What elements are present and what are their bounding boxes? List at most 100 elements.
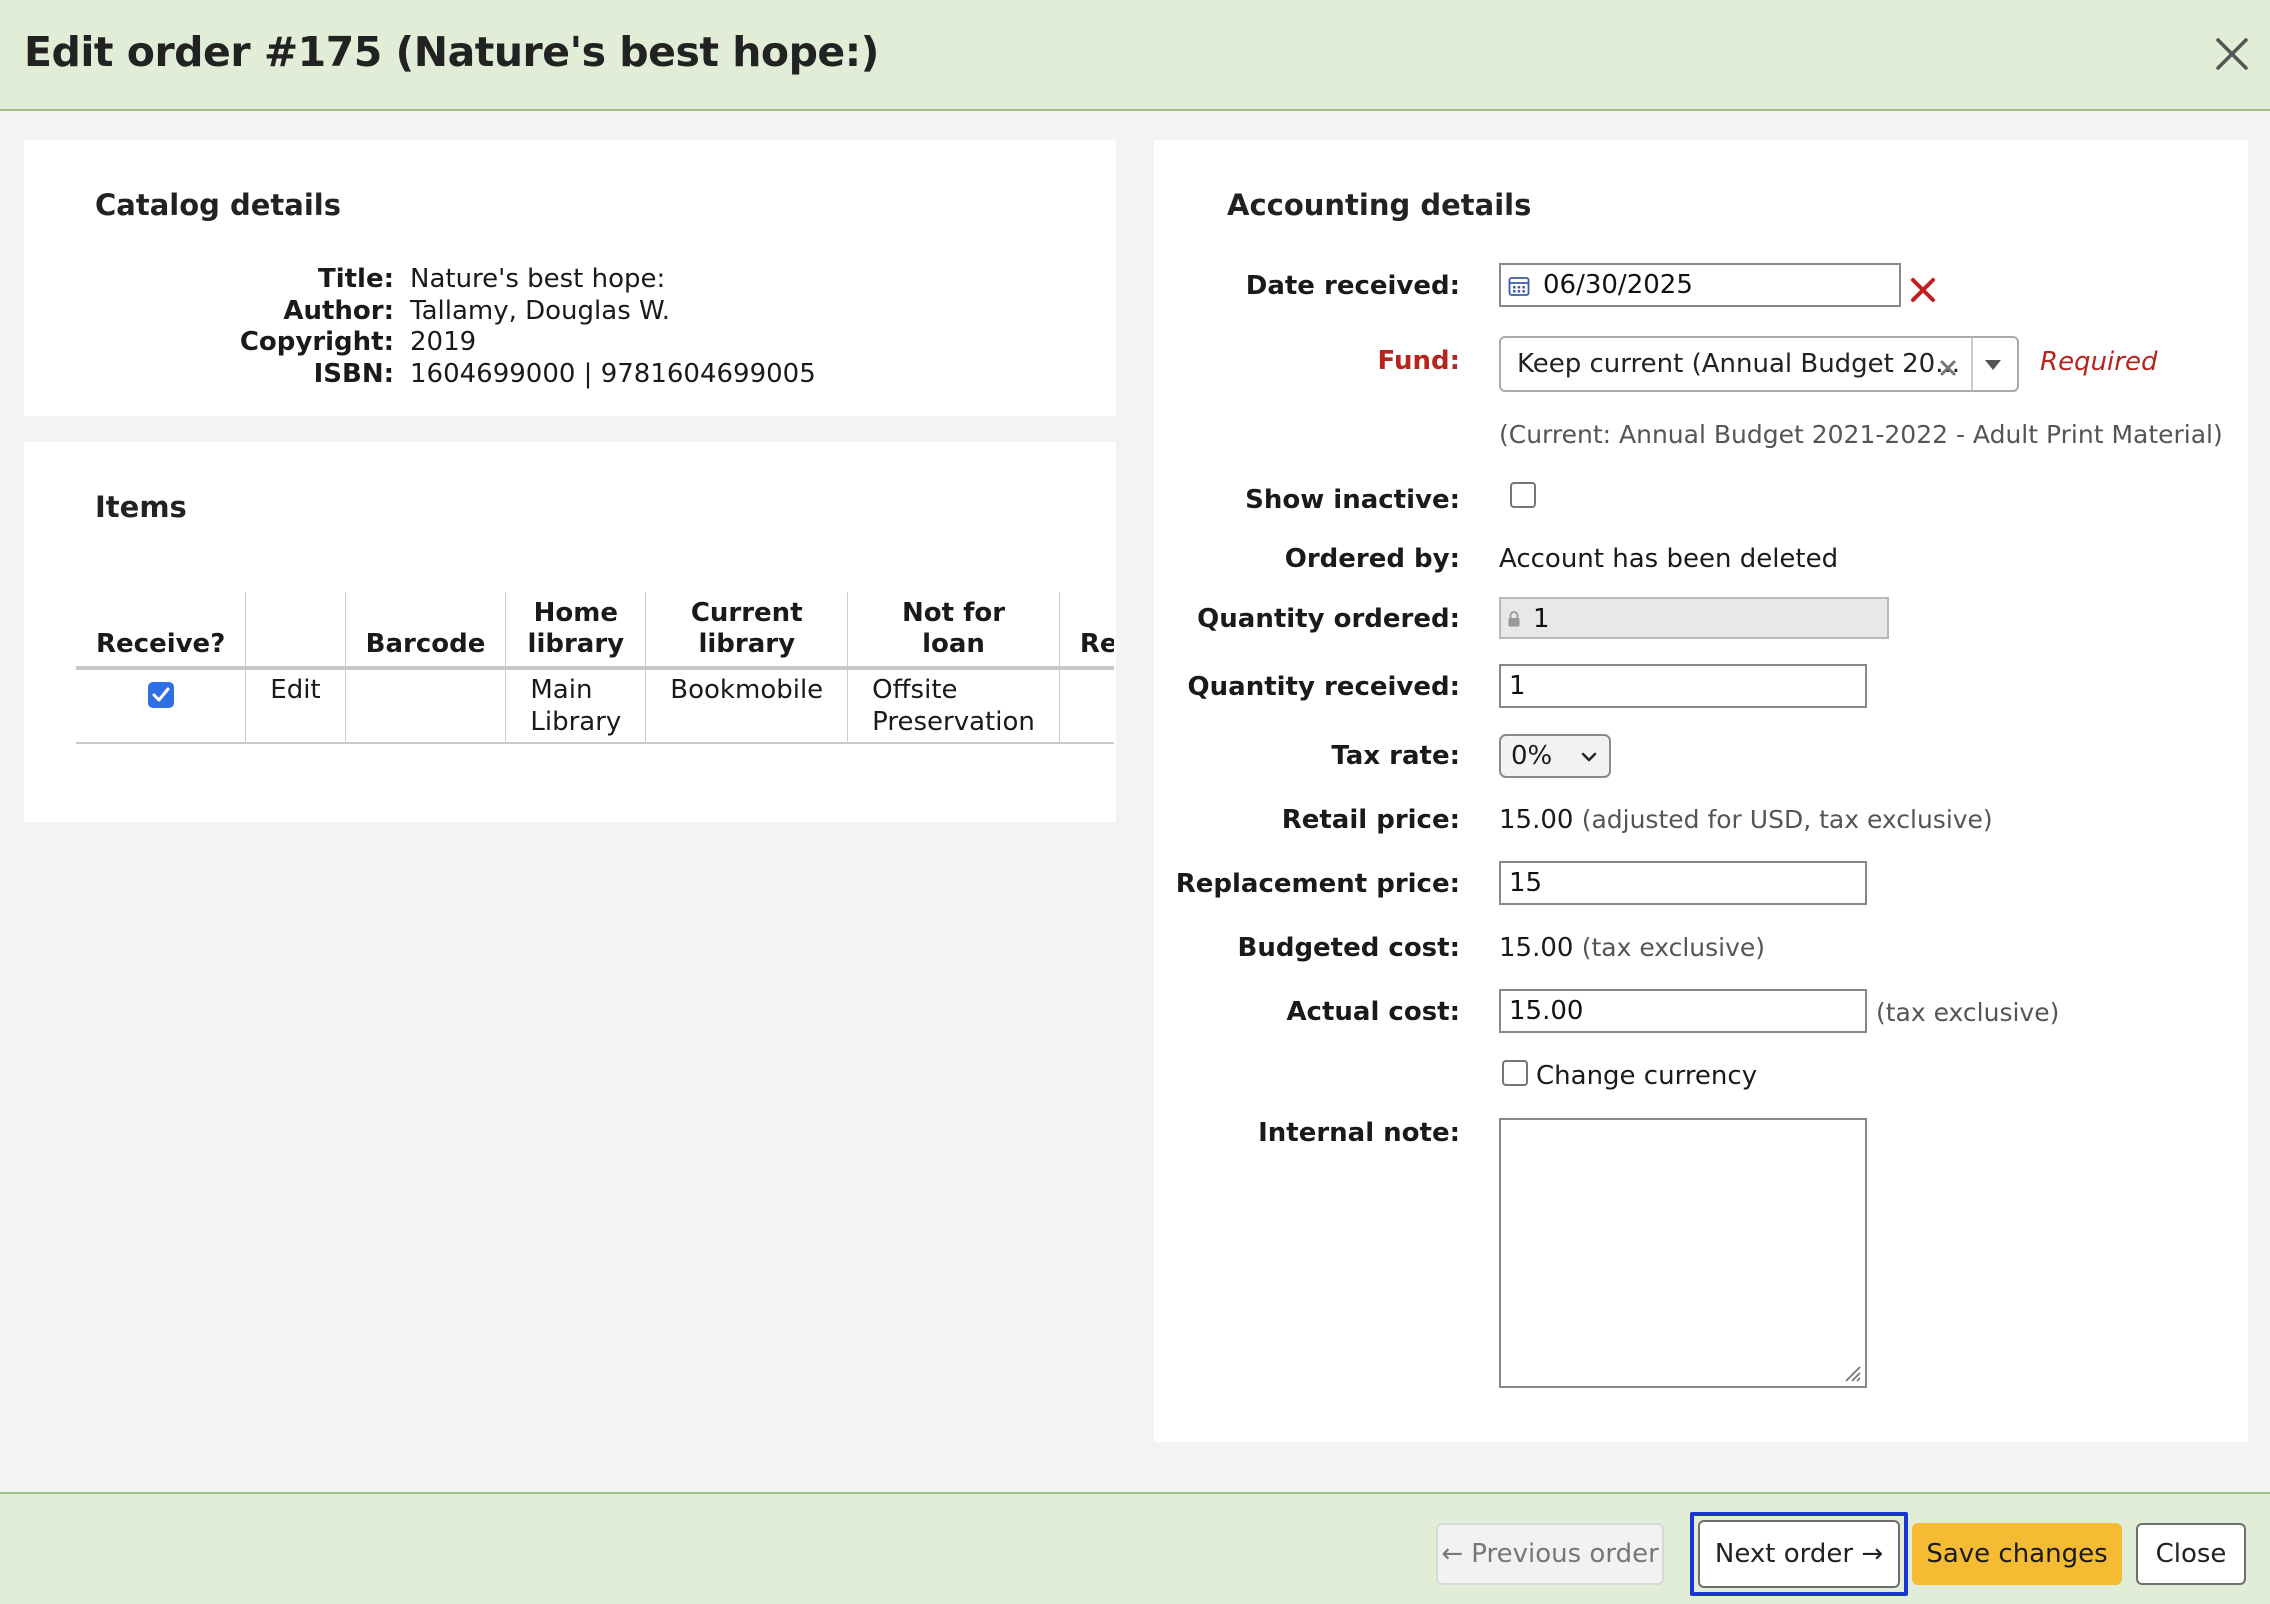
save-changes-button[interactable]: Save changes	[1912, 1523, 2122, 1585]
tax-rate-label: Tax rate:	[1331, 741, 1460, 771]
clear-date-icon[interactable]	[1910, 277, 1936, 303]
col-home-library-line1: Home	[533, 598, 618, 628]
col-actions	[245, 592, 346, 670]
budgeted-cost-label: Budgeted cost:	[1237, 933, 1461, 963]
receive-checkbox[interactable]	[147, 682, 174, 708]
checkmark-icon	[152, 687, 170, 702]
col-barcode[interactable]: Barcode	[344, 592, 506, 670]
retail-price-value: 15.00	[1499, 805, 1574, 835]
quantity-received-label: Quantity received:	[1187, 672, 1460, 702]
change-currency-label[interactable]: Change currency	[1536, 1061, 1757, 1091]
calendar-icon[interactable]	[1508, 275, 1530, 297]
col-home-library[interactable]: Home library	[505, 592, 646, 670]
previous-order-button[interactable]: ← Previous order	[1436, 1523, 1664, 1585]
next-order-button[interactable]: Next order →	[1698, 1520, 1900, 1588]
clear-fund-icon[interactable]	[1939, 359, 1957, 377]
author-value: Tallamy, Douglas W.	[410, 296, 670, 326]
col-restricted[interactable]: Restricted	[1058, 592, 1114, 670]
current-library-cell: Bookmobile	[645, 668, 848, 744]
quantity-received-input[interactable]: 1	[1499, 664, 1867, 708]
retail-price-label: Retail price:	[1281, 805, 1460, 835]
replacement-price-value: 15	[1509, 868, 1543, 898]
show-inactive-checkbox[interactable]	[1510, 482, 1536, 508]
home-library-cell: Main Library	[505, 668, 646, 744]
fund-select-divider	[1971, 338, 1973, 390]
col-current-library-line2: library	[698, 629, 796, 659]
accounting-details-panel: Accounting details Date received: 06/30/…	[1154, 140, 2248, 1442]
previous-order-label: Previous order	[1471, 1539, 1659, 1569]
catalog-row-isbn: ISBN: 1604699000 | 9781604699005	[24, 359, 816, 391]
internal-note-label: Internal note:	[1258, 1118, 1460, 1148]
internal-note-textarea[interactable]	[1499, 1118, 1867, 1388]
date-received-input[interactable]: 06/30/2025	[1499, 263, 1901, 307]
table-row: Edit Main Library Bookmobile Offsite Pre…	[76, 668, 1114, 744]
catalog-row-copyright: Copyright: 2019	[24, 327, 784, 359]
barcode-cell	[344, 668, 506, 744]
fund-label: Fund:	[1377, 346, 1461, 376]
not-for-loan-line2: Preservation	[872, 707, 1035, 737]
items-panel: Items Receive? Barcode Home library Curr…	[24, 442, 1116, 822]
col-current-library-line1: Current	[690, 598, 803, 628]
tax-rate-value: 0%	[1511, 741, 1553, 771]
retail-price-note: (adjusted for USD, tax exclusive)	[1581, 805, 1993, 834]
lock-icon	[1508, 611, 1520, 627]
budgeted-cost-text: 15.00 (tax exclusive)	[1499, 933, 1765, 963]
home-library-line2: Library	[530, 707, 622, 737]
fund-current-note: (Current: Annual Budget 2021-2022 - Adul…	[1499, 420, 2223, 449]
col-not-for-loan[interactable]: Not for loan	[847, 592, 1060, 670]
close-icon[interactable]	[2212, 34, 2252, 74]
items-heading: Items	[95, 490, 187, 524]
col-home-library-line2: library	[527, 629, 625, 659]
date-received-value: 06/30/2025	[1543, 270, 1693, 300]
date-received-label: Date received:	[1245, 271, 1460, 301]
home-library-line1: Main	[530, 675, 593, 705]
catalog-details-panel: Catalog details Title: Nature's best hop…	[24, 140, 1116, 416]
arrow-left-icon: ←	[1441, 1539, 1464, 1569]
actual-cost-value: 15.00	[1509, 996, 1584, 1026]
copyright-label: Copyright:	[239, 327, 394, 357]
accounting-details-heading: Accounting details	[1227, 188, 1532, 222]
resize-handle-icon[interactable]	[1842, 1363, 1862, 1383]
restricted-cell	[1058, 668, 1114, 744]
fund-selected-value: Keep current (Annual Budget 20...	[1517, 349, 1961, 379]
chevron-down-icon[interactable]	[1985, 360, 2001, 370]
ordered-by-value: Account has been deleted	[1499, 544, 1839, 574]
author-label: Author:	[283, 296, 394, 326]
retail-price-text: 15.00 (adjusted for USD, tax exclusive)	[1499, 805, 1993, 835]
budgeted-cost-note: (tax exclusive)	[1581, 933, 1766, 962]
actual-cost-note: (tax exclusive)	[1876, 998, 2060, 1027]
items-table: Receive? Barcode Home library Current li…	[76, 592, 1114, 744]
copyright-value: 2019	[410, 327, 477, 357]
quantity-received-value: 1	[1509, 671, 1526, 701]
fund-required-text: Required	[2040, 347, 2158, 377]
actual-cost-label: Actual cost:	[1286, 997, 1460, 1027]
tax-rate-select[interactable]: 0%	[1499, 734, 1611, 778]
col-current-library[interactable]: Current library	[645, 592, 848, 670]
show-inactive-label: Show inactive:	[1245, 485, 1460, 515]
col-receive[interactable]: Receive?	[76, 592, 246, 670]
quantity-ordered-input: 1	[1499, 597, 1889, 639]
edit-link[interactable]: Edit	[245, 668, 346, 744]
catalog-details-heading: Catalog details	[95, 188, 342, 222]
catalog-row-title: Title: Nature's best hope:	[24, 264, 784, 296]
modal-footer: ← Previous order Next order → Save chang…	[0, 1492, 2270, 1604]
next-order-label: Next order	[1714, 1539, 1854, 1569]
isbn-label: ISBN:	[313, 359, 394, 389]
items-table-scroll[interactable]: Receive? Barcode Home library Current li…	[76, 592, 1114, 762]
catalog-row-author: Author: Tallamy, Douglas W.	[24, 296, 784, 328]
modal-title: Edit order #175 (Nature's best hope:)	[24, 28, 879, 76]
items-header-row: Receive? Barcode Home library Current li…	[76, 592, 1114, 670]
fund-select[interactable]: Keep current (Annual Budget 20...	[1499, 336, 2019, 392]
quantity-ordered-label: Quantity ordered:	[1197, 604, 1460, 634]
change-currency-checkbox[interactable]	[1502, 1060, 1528, 1086]
title-value: Nature's best hope:	[410, 264, 666, 294]
actual-cost-input[interactable]: 15.00	[1499, 989, 1867, 1033]
title-label: Title:	[317, 264, 394, 294]
chevron-down-icon	[1581, 752, 1597, 762]
arrow-right-icon: →	[1861, 1539, 1884, 1569]
not-for-loan-cell: Offsite Preservation	[847, 668, 1060, 744]
ordered-by-label: Ordered by:	[1284, 544, 1460, 574]
isbn-value: 1604699000 | 9781604699005	[410, 359, 816, 389]
replacement-price-input[interactable]: 15	[1499, 861, 1867, 905]
close-button[interactable]: Close	[2136, 1523, 2246, 1585]
